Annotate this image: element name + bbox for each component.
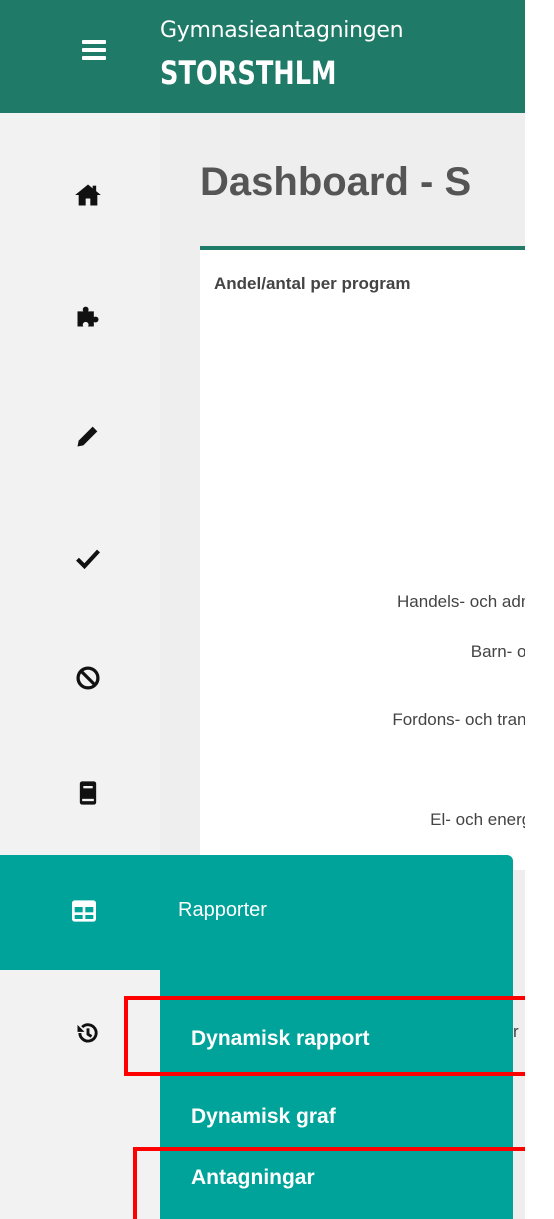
category-label: El- och energi [430, 810, 525, 829]
category-label: Handels- och adm [397, 592, 525, 611]
highlight-box-antagningar [133, 1147, 541, 1219]
chart-card: Andel/antal per program Handels- och adm… [200, 246, 525, 870]
category-label: Barn- oc [470, 642, 525, 661]
book-icon[interactable] [68, 773, 108, 813]
check-icon[interactable] [68, 538, 108, 578]
history-icon[interactable] [68, 1013, 108, 1053]
puzzle-icon[interactable] [68, 296, 108, 336]
rapporter-menu[interactable]: Rapporter [0, 855, 513, 970]
page-title: Dashboard - S [200, 160, 472, 204]
home-icon[interactable] [68, 175, 108, 215]
pencil-icon[interactable] [68, 416, 108, 456]
highlight-box-dynamisk-rapport [124, 996, 534, 1076]
card-title: Andel/antal per program [214, 274, 411, 293]
top-bar: Gymnasieantagningen STORSTHLM [0, 0, 525, 113]
brand-title: Gymnasieantagningen [160, 18, 404, 43]
menu-label-rapporter: Rapporter [178, 899, 267, 921]
menu-item-dynamisk-graf[interactable]: Dynamisk graf [191, 1105, 336, 1129]
category-label: Fordons- och trans [392, 710, 525, 729]
ban-icon[interactable] [68, 658, 108, 698]
hamburger-menu-icon[interactable] [82, 40, 106, 60]
brand-subtitle: STORSTHLM [160, 54, 337, 92]
grid-icon [68, 895, 100, 927]
page-margin [525, 0, 554, 1219]
